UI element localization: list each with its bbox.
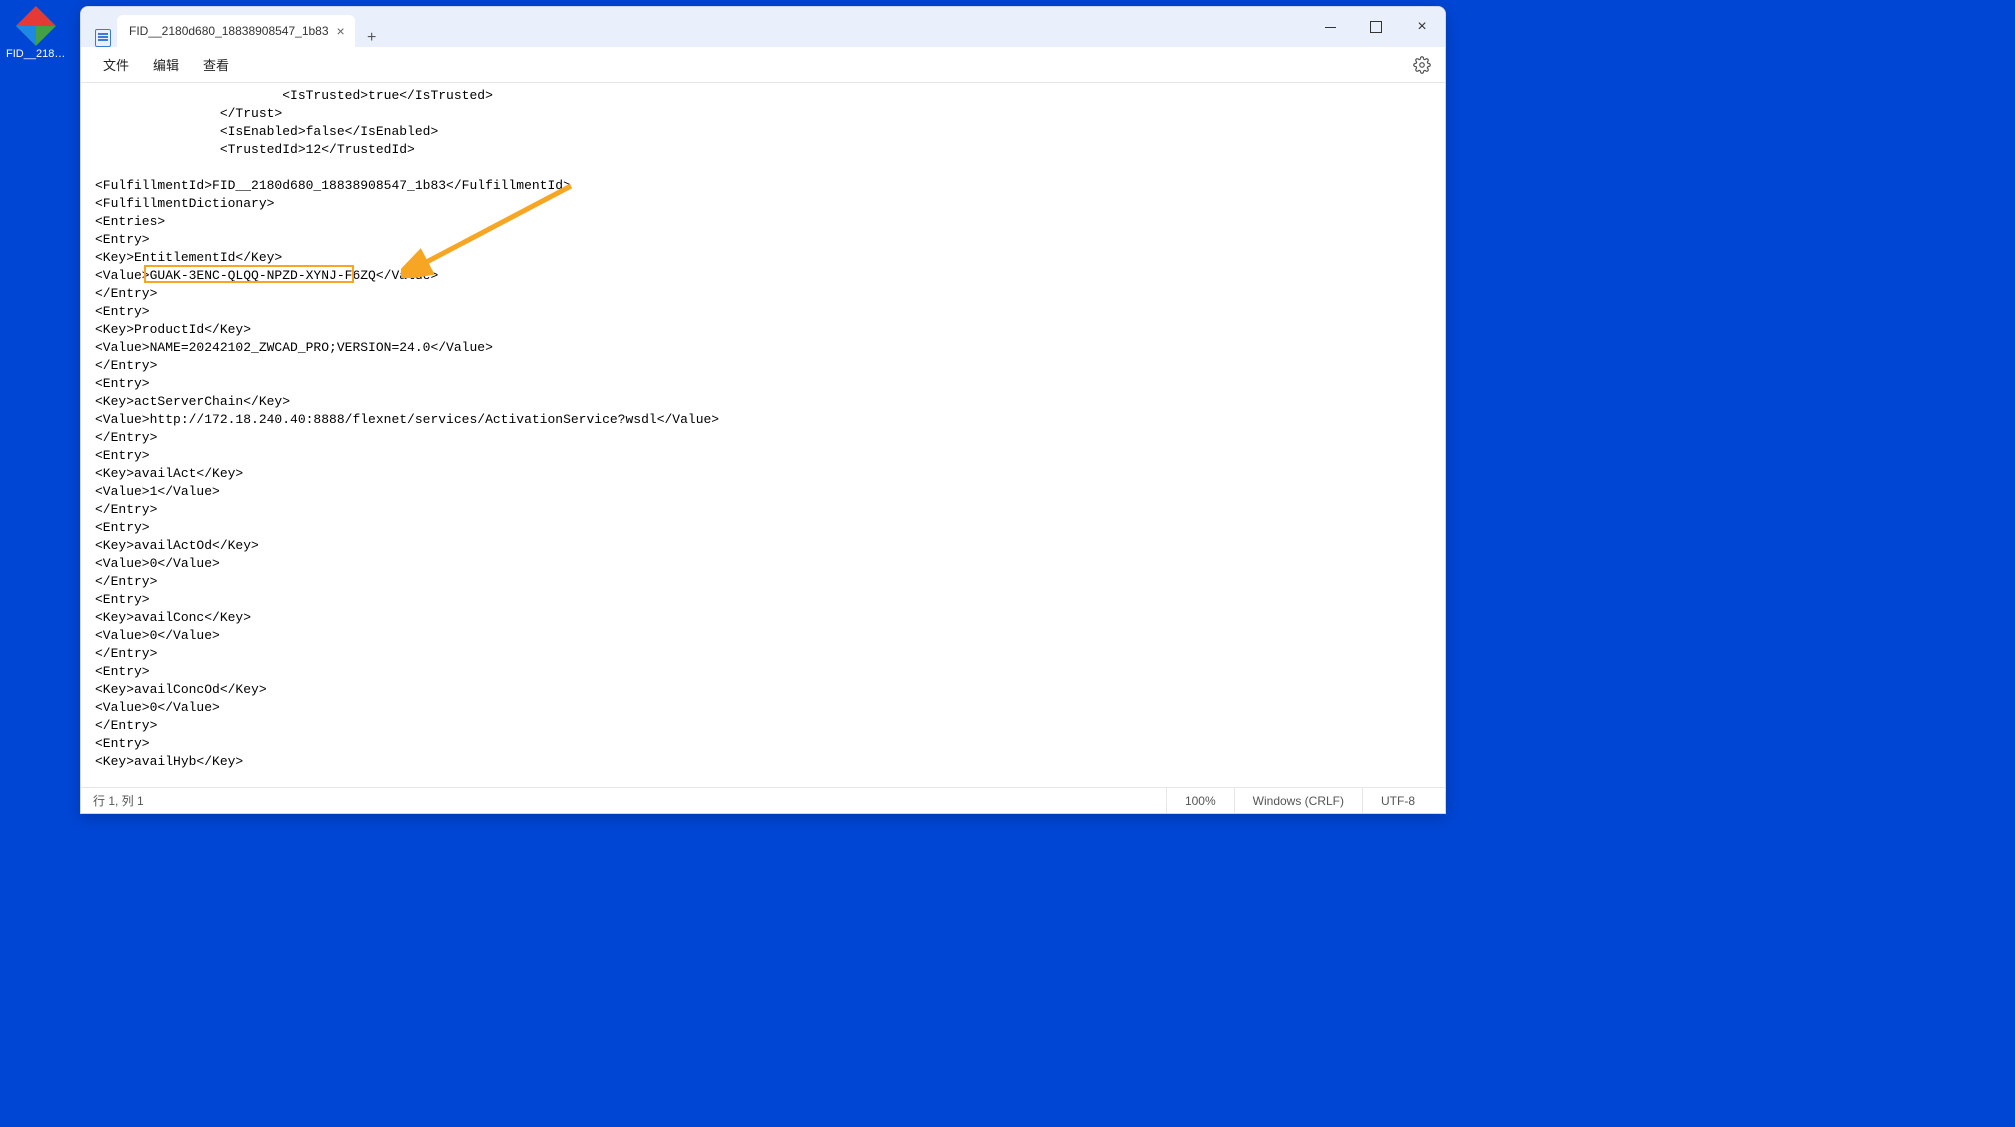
settings-gear-icon[interactable] [1409, 52, 1435, 78]
titlebar: FID__2180d680_18838908547_1b83 × + × [81, 7, 1445, 47]
window-controls: × [1307, 7, 1445, 47]
statusbar: 行 1, 列 1 100% Windows (CRLF) UTF-8 [81, 787, 1445, 813]
notepad-window: FID__2180d680_18838908547_1b83 × + × 文件 … [80, 6, 1446, 814]
menu-file[interactable]: 文件 [91, 51, 141, 78]
desktop-icon[interactable]: FID__2180... [6, 6, 66, 60]
desktop-icon-label: FID__2180... [6, 48, 66, 60]
desktop-app-icon [16, 6, 56, 46]
status-encoding[interactable]: UTF-8 [1362, 788, 1433, 813]
document-tab[interactable]: FID__2180d680_18838908547_1b83 × [117, 15, 355, 47]
menu-edit[interactable]: 编辑 [141, 51, 191, 78]
app-icon [89, 29, 117, 47]
menu-view[interactable]: 查看 [191, 51, 241, 78]
close-window-button[interactable]: × [1399, 7, 1445, 47]
minimize-button[interactable] [1307, 7, 1353, 47]
new-tab-button[interactable]: + [355, 29, 389, 47]
menubar: 文件 编辑 查看 [81, 47, 1445, 83]
maximize-button[interactable] [1353, 7, 1399, 47]
close-tab-icon[interactable]: × [337, 24, 345, 38]
tab-title: FID__2180d680_18838908547_1b83 [129, 24, 329, 38]
status-eol[interactable]: Windows (CRLF) [1234, 788, 1362, 813]
status-zoom[interactable]: 100% [1166, 788, 1234, 813]
status-position: 行 1, 列 1 [93, 792, 144, 809]
tab-strip: FID__2180d680_18838908547_1b83 × + [81, 7, 389, 47]
document-content[interactable]: <IsTrusted>true</IsTrusted> </Trust> <Is… [81, 83, 1445, 787]
editor-area[interactable]: <IsTrusted>true</IsTrusted> </Trust> <Is… [81, 83, 1445, 787]
